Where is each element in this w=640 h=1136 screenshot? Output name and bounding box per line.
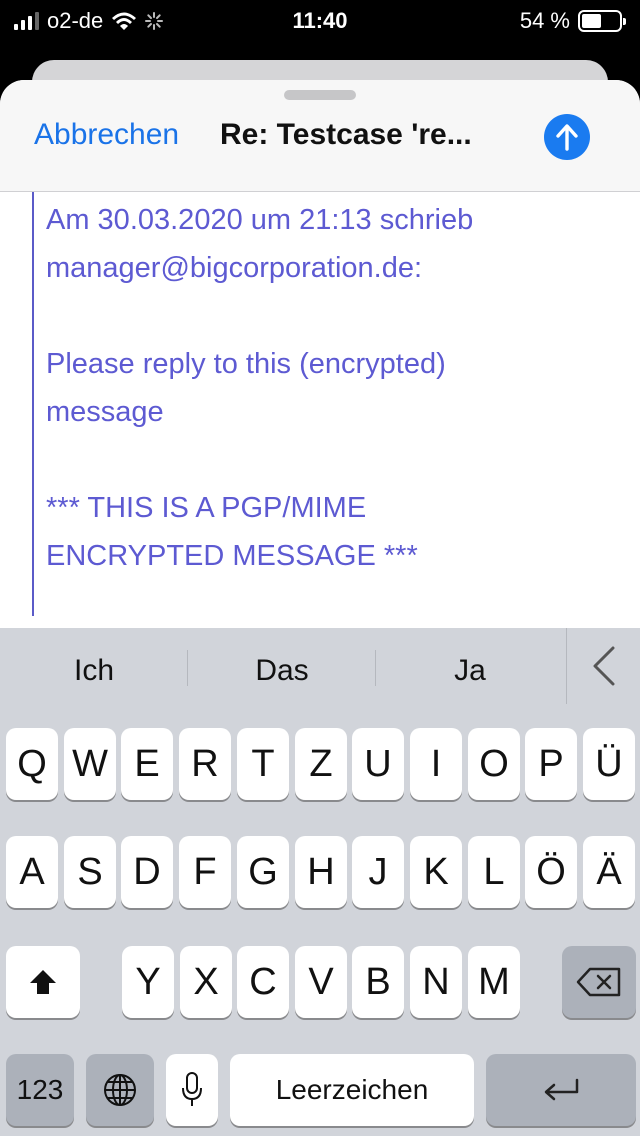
key-letter[interactable]: Ö [525,836,577,908]
dictation-key[interactable] [166,1054,218,1126]
key-letter[interactable]: A [6,836,58,908]
numbers-key[interactable]: 123 [6,1054,74,1126]
key-letter[interactable]: Y [122,946,174,1018]
compose-title: Re: Testcase 're... [220,118,472,151]
message-body[interactable]: Am 30.03.2020 um 21:13 schrieb manager@b… [0,192,640,628]
key-letter[interactable]: B [352,946,404,1018]
globe-key[interactable] [86,1054,154,1126]
return-icon [544,1078,579,1101]
quoted-text[interactable]: Am 30.03.2020 um 21:13 schrieb manager@b… [46,196,606,580]
compose-sheet: Abbrechen Re: Testcase 're... Am 30.03.2… [0,80,640,628]
quote-header-line: manager@bigcorporation.de: [46,252,423,284]
key-letter[interactable]: Z [295,728,347,800]
key-letter[interactable]: G [237,836,289,908]
microphone-icon [182,1072,202,1106]
quote-line: ENCRYPTED MESSAGE *** [46,540,418,572]
suggestion-divider [187,650,188,686]
suggestion-divider [375,650,376,686]
battery-percent: 54 % [519,8,570,33]
key-letter[interactable]: I [410,728,462,800]
key-letter[interactable]: Ä [583,836,635,908]
key-letter[interactable]: H [295,836,347,908]
key-letter[interactable]: S [64,836,116,908]
key-letter[interactable]: V [295,946,347,1018]
key-letter[interactable]: K [410,836,462,908]
suggestion-bar: Ich Das Ja [0,628,640,718]
key-letter[interactable]: P [525,728,577,800]
key-letter[interactable]: N [410,946,462,1018]
space-key[interactable]: Leerzeichen [230,1054,474,1126]
key-letter[interactable]: C [237,946,289,1018]
delete-key[interactable] [562,946,636,1018]
suggestion-3[interactable]: Ja [380,654,560,688]
cancel-button[interactable]: Abbrechen [34,118,179,152]
send-button[interactable] [544,114,590,160]
quote-line: *** THIS IS A PGP/MIME [46,492,367,524]
suggestion-2[interactable]: Das [192,654,372,688]
quote-line: message [46,396,164,428]
key-letter[interactable]: F [179,836,231,908]
sheet-grabber[interactable] [284,90,356,100]
status-bar: o2-de 11:40 54 % [0,0,640,44]
suggestion-1[interactable]: Ich [4,654,184,688]
key-letter[interactable]: J [352,836,404,908]
delete-icon [576,967,621,997]
key-letter[interactable]: Ü [583,728,635,800]
compose-navbar: Abbrechen Re: Testcase 're... [0,80,640,192]
key-letter[interactable]: D [121,836,173,908]
shift-arrow-icon [30,970,56,994]
key-letter[interactable]: U [352,728,404,800]
key-letter[interactable]: T [237,728,289,800]
keyboard: Ich Das Ja QWERTZUIOPÜ ASDFGHJKLÖÄ YXCVBNM… [0,628,640,1136]
battery-icon [578,10,626,32]
key-letter[interactable]: X [180,946,232,1018]
status-right: 54 % [519,8,626,34]
key-letter[interactable]: Q [6,728,58,800]
arrow-up-icon [556,124,578,151]
key-letter[interactable]: O [468,728,520,800]
key-letter[interactable]: W [64,728,116,800]
quote-line: Please reply to this (encrypted) [46,348,446,380]
key-letter[interactable]: E [121,728,173,800]
chevron-left-icon [593,646,614,686]
shift-key[interactable] [6,946,80,1018]
quote-bar [32,192,34,616]
key-letter[interactable]: M [468,946,520,1018]
quote-header-line: Am 30.03.2020 um 21:13 schrieb [46,204,474,236]
globe-icon [104,1074,136,1106]
return-key[interactable] [486,1054,636,1126]
key-letter[interactable]: L [468,836,520,908]
key-letter[interactable]: R [179,728,231,800]
collapse-suggestions-button[interactable] [566,628,640,704]
